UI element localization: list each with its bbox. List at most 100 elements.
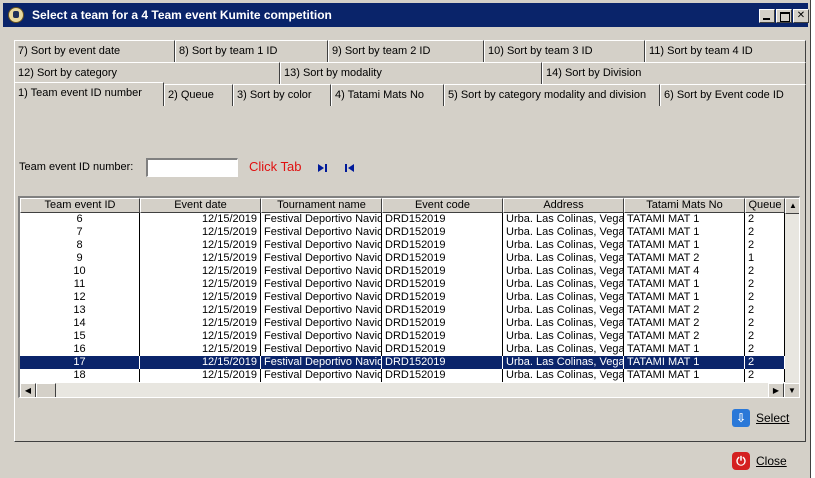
cell-tournament-name: Festival Deportivo Navid (261, 252, 382, 265)
title-bar[interactable]: Select a team for a 4 Team event Kumite … (3, 3, 809, 27)
close-window-button[interactable] (793, 9, 809, 23)
cell-event-date: 12/15/2019 (140, 317, 261, 330)
team-events-table[interactable]: Team event ID Event date Tournament name… (18, 196, 800, 398)
table-row[interactable]: 17 12/15/2019 Festival Deportivo Navid DRD1… (20, 356, 785, 369)
col-event-date[interactable]: Event date (140, 198, 261, 213)
cell-queue: 2 (745, 213, 785, 226)
cell-event-code: DRD152019 (382, 226, 503, 239)
team-event-id-label: Team event ID number: (19, 161, 134, 173)
team-event-id-input[interactable] (146, 158, 238, 177)
table-row[interactable]: 13 12/15/2019 Festival Deportivo Navid DRD1… (20, 304, 785, 317)
scroll-down-icon[interactable]: ▼ (784, 383, 799, 397)
col-team-event-id[interactable]: Team event ID (20, 198, 140, 213)
table-row[interactable]: 9 12/15/2019 Festival Deportivo Navid DRD15… (20, 252, 785, 265)
table-row[interactable]: 18 12/15/2019 Festival Deportivo Navid DRD1… (20, 369, 785, 382)
tab-sort-team4[interactable]: 11) Sort by team 4 ID (645, 40, 806, 62)
cell-team-event-id: 7 (20, 226, 140, 239)
table-row[interactable]: 7 12/15/2019 Festival Deportivo Navid DRD15… (20, 226, 785, 239)
cell-tatami-mats-no: TATAMI MAT 1 (624, 291, 745, 304)
cell-event-code: DRD152019 (382, 265, 503, 278)
cell-team-event-id: 6 (20, 213, 140, 226)
cell-address: Urba. Las Colinas, Vega (503, 330, 624, 343)
cell-team-event-id: 11 (20, 278, 140, 291)
cell-address: Urba. Las Colinas, Vega (503, 278, 624, 291)
col-event-code[interactable]: Event code (382, 198, 503, 213)
cell-address: Urba. Las Colinas, Vega (503, 213, 624, 226)
scroll-right-icon[interactable]: ▶ (768, 383, 784, 397)
cell-tatami-mats-no: TATAMI MAT 1 (624, 356, 745, 369)
tab-team-event-id[interactable]: 1) Team event ID number (14, 82, 164, 106)
cell-event-date: 12/15/2019 (140, 265, 261, 278)
col-tournament-name[interactable]: Tournament name (261, 198, 382, 213)
tab-sort-team2[interactable]: 9) Sort by team 2 ID (328, 40, 484, 62)
cell-tournament-name: Festival Deportivo Navid (261, 278, 382, 291)
cell-queue: 2 (745, 291, 785, 304)
cell-queue: 2 (745, 304, 785, 317)
cell-queue: 2 (745, 356, 785, 369)
cell-tatami-mats-no: TATAMI MAT 2 (624, 252, 745, 265)
cell-event-date: 12/15/2019 (140, 252, 261, 265)
table-row[interactable]: 6 12/15/2019 Festival Deportivo Navid DRD15… (20, 213, 785, 226)
cell-team-event-id: 18 (20, 369, 140, 382)
tab-sort-event-date[interactable]: 7) Sort by event date (14, 40, 175, 62)
cell-event-code: DRD152019 (382, 278, 503, 291)
scroll-left-icon[interactable]: ◀ (20, 383, 36, 397)
table-row[interactable]: 12 12/15/2019 Festival Deportivo Navid DRD1… (20, 291, 785, 304)
cell-team-event-id: 8 (20, 239, 140, 252)
cell-tournament-name: Festival Deportivo Navid (261, 304, 382, 317)
table-row[interactable]: 8 12/15/2019 Festival Deportivo Navid DRD15… (20, 239, 785, 252)
dialog-window: Select a team for a 4 Team event Kumite … (0, 0, 811, 478)
go-last-icon[interactable] (317, 163, 329, 173)
tab-sort-division[interactable]: 14) Sort by Division (542, 62, 806, 84)
maximize-button[interactable] (776, 9, 792, 23)
cell-queue: 2 (745, 265, 785, 278)
table-row[interactable]: 16 12/15/2019 Festival Deportivo Navid DRD1… (20, 343, 785, 356)
cell-queue: 2 (745, 239, 785, 252)
go-first-icon[interactable] (344, 163, 356, 173)
cell-event-code: DRD152019 (382, 330, 503, 343)
select-button[interactable]: ⇩ Select (732, 405, 794, 431)
table-row[interactable]: 10 12/15/2019 Festival Deportivo Navid DRD1… (20, 265, 785, 278)
table-row[interactable]: 15 12/15/2019 Festival Deportivo Navid DRD1… (20, 330, 785, 343)
col-address[interactable]: Address (503, 198, 624, 213)
scroll-thumb[interactable] (36, 383, 56, 397)
cell-address: Urba. Las Colinas, Vega (503, 356, 624, 369)
cell-event-date: 12/15/2019 (140, 213, 261, 226)
cell-team-event-id: 14 (20, 317, 140, 330)
cell-event-code: DRD152019 (382, 213, 503, 226)
cell-team-event-id: 16 (20, 343, 140, 356)
horizontal-scrollbar[interactable]: ◀ ▶ ▼ (20, 383, 799, 397)
tab-queue[interactable]: 2) Queue (164, 84, 233, 106)
close-button[interactable]: ⏻ Close (732, 448, 794, 474)
cell-tatami-mats-no: TATAMI MAT 2 (624, 317, 745, 330)
window-title: Select a team for a 4 Team event Kumite … (32, 8, 332, 22)
tab-sort-cat-mod-div[interactable]: 5) Sort by category modality and divisio… (444, 84, 660, 106)
vertical-scrollbar[interactable]: ▲ (785, 198, 799, 384)
cell-tournament-name: Festival Deportivo Navid (261, 369, 382, 382)
table-row[interactable]: 14 12/15/2019 Festival Deportivo Navid DRD1… (20, 317, 785, 330)
cell-tatami-mats-no: TATAMI MAT 1 (624, 213, 745, 226)
tab-sort-team3[interactable]: 10) Sort by team 3 ID (484, 40, 645, 62)
cell-queue: 2 (745, 226, 785, 239)
cell-address: Urba. Las Colinas, Vega (503, 343, 624, 356)
cell-queue: 2 (745, 343, 785, 356)
cell-tournament-name: Festival Deportivo Navid (261, 356, 382, 369)
minimize-button[interactable] (759, 9, 775, 23)
cell-event-date: 12/15/2019 (140, 369, 261, 382)
col-tatami-mats-no[interactable]: Tatami Mats No (624, 198, 745, 213)
cell-event-code: DRD152019 (382, 369, 503, 382)
tab-tatami-mats[interactable]: 4) Tatami Mats No (331, 84, 444, 106)
scroll-up-icon[interactable]: ▲ (785, 198, 799, 214)
col-queue[interactable]: Queue (745, 198, 785, 213)
tab-sort-modality[interactable]: 13) Sort by modality (280, 62, 542, 84)
tab-sort-event-code[interactable]: 6) Sort by Event code ID (660, 84, 806, 106)
tab-sort-team1[interactable]: 8) Sort by team 1 ID (175, 40, 328, 62)
tab-sort-color[interactable]: 3) Sort by color (233, 84, 331, 106)
table-row[interactable]: 11 12/15/2019 Festival Deportivo Navid DRD1… (20, 278, 785, 291)
cell-tournament-name: Festival Deportivo Navid (261, 213, 382, 226)
cell-team-event-id: 17 (20, 356, 140, 369)
cell-tatami-mats-no: TATAMI MAT 1 (624, 226, 745, 239)
cell-event-code: DRD152019 (382, 291, 503, 304)
tab-sort-category[interactable]: 12) Sort by category (14, 62, 280, 84)
cell-address: Urba. Las Colinas, Vega (503, 369, 624, 382)
